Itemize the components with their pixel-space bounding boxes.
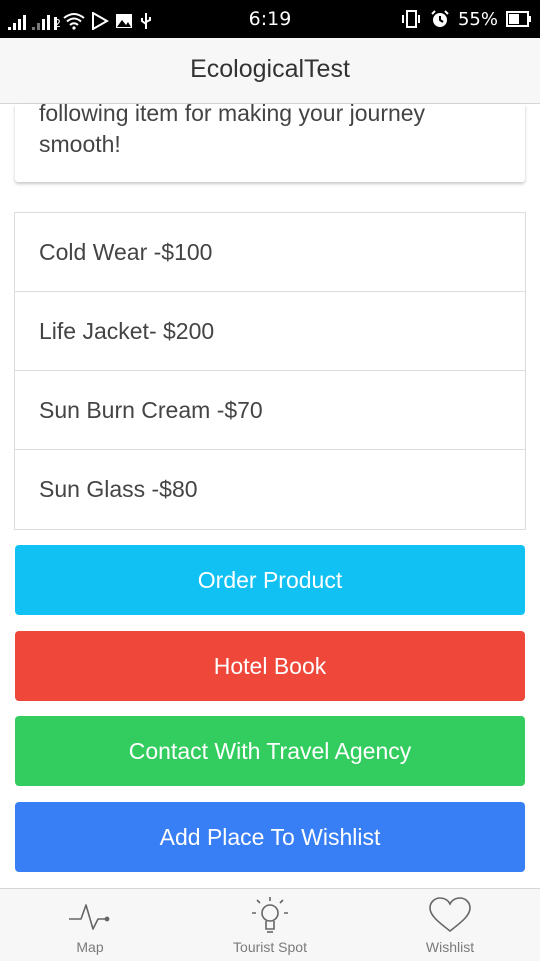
list-item[interactable]: Cold Wear -$100 [15,213,525,292]
hotel-book-button[interactable]: Hotel Book [15,631,525,701]
tab-label: Map [76,939,104,955]
alarm-icon [431,10,449,27]
battery-icon [506,11,531,27]
battery-percent: 55% [457,8,498,30]
info-card-text: following item for making your journey s… [39,104,426,157]
lightbulb-icon [252,897,288,933]
list-item[interactable]: Life Jacket- $200 [15,292,525,371]
list-item[interactable]: Sun Burn Cream -$70 [15,371,525,450]
status-right: 55% [400,8,532,30]
item-list: Cold Wear -$100 Life Jacket- $200 Sun Bu… [14,212,526,530]
list-item[interactable]: Sun Glass -$80 [15,450,525,529]
info-card: following item for making your journey s… [15,104,525,182]
page-title: EcologicalTest [190,55,350,83]
status-bar: 2 6:19 55% [0,0,540,38]
add-to-wishlist-button[interactable]: Add Place To Wishlist [15,802,525,872]
app-header: EcologicalTest [0,38,540,104]
tab-label: Tourist Spot [233,939,307,955]
tab-wishlist[interactable]: Wishlist [360,889,540,961]
order-product-button[interactable]: Order Product [15,545,525,615]
tab-tourist-spot[interactable]: Tourist Spot [180,889,360,961]
vibrate-icon [401,10,420,28]
heart-icon [429,897,471,933]
contact-travel-agency-button[interactable]: Contact With Travel Agency [15,716,525,786]
tab-label: Wishlist [425,939,475,955]
tab-map[interactable]: Map [0,889,180,961]
pulse-icon [69,904,110,930]
tab-bar: Map Tourist Spot Wishlist [0,888,540,961]
